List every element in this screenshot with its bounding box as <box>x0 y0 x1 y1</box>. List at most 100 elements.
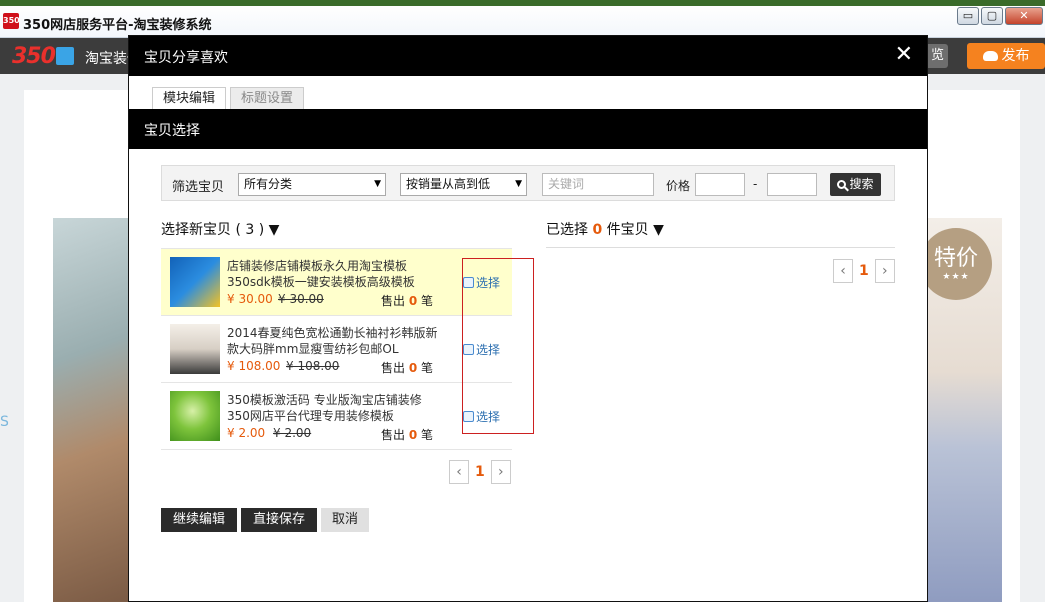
module-dialog: 宝贝分享喜欢 ✕ 模块编辑 标题设置 宝贝选择 筛选宝贝 所有分类 ▼ 按销量从… <box>128 35 928 602</box>
product-pager: ‹ 1 › <box>449 460 511 484</box>
category-select-value: 所有分类 <box>244 177 293 191</box>
window-controls: ▭ ▢ ✕ <box>957 7 1043 25</box>
product-price: ¥ 2.00 <box>227 426 266 440</box>
sold-count: 0 <box>408 361 418 375</box>
sold-count: 0 <box>408 294 418 308</box>
price-separator: - <box>753 177 758 191</box>
new-items-count: ( 3 ) <box>235 222 265 238</box>
select-label: 选择 <box>476 410 501 424</box>
app-logo-icon: 350 <box>3 13 20 29</box>
product-row: 350模板激活码 专业版淘宝店铺装修350网店平台代理专用装修模板 ¥ 2.00… <box>161 383 512 450</box>
product-row: 2014春夏纯色宽松通勤长袖衬衫韩版新款大码胖mm显瘦雪纺衫包邮OL ¥ 108… <box>161 316 512 383</box>
continue-edit-button[interactable]: 继续编辑 <box>161 508 237 532</box>
product-title: 店铺装修店铺模板永久用淘宝模板350sdk模板一键安装模板高级模板 <box>227 259 415 289</box>
thumbs-up-icon <box>463 411 474 422</box>
selected-suffix: 件宝贝 <box>606 222 649 238</box>
brand-logo-text: 350 <box>12 43 56 69</box>
product-title: 2014春夏纯色宽松通勤长袖衬衫韩版新款大码胖mm显瘦雪纺衫包邮OL <box>227 326 438 356</box>
prev-page-button[interactable]: ‹ <box>833 259 853 283</box>
tab-title-settings[interactable]: 标题设置 <box>230 87 305 110</box>
sold-label: 售出 <box>381 428 406 442</box>
category-select[interactable]: 所有分类 ▼ <box>238 173 386 196</box>
window-titlebar: 350 350网店服务平台-淘宝装修系统 ▭ ▢ ✕ <box>0 0 1045 38</box>
sort-select-value: 按销量从高到低 <box>406 177 491 191</box>
product-thumbnail <box>170 391 220 441</box>
product-sold: 售出 0 笔 <box>381 426 433 443</box>
cloud-upload-icon <box>982 51 998 61</box>
product-original-price: ¥ 108.00 <box>286 359 340 373</box>
select-product-button[interactable]: 选择 <box>463 408 500 425</box>
collapse-arrow-icon: ▼ <box>268 222 280 238</box>
brand-logo-square-icon <box>55 47 74 65</box>
direct-save-button[interactable]: 直接保存 <box>241 508 317 532</box>
prev-page-button[interactable]: ‹ <box>449 460 469 484</box>
sale-badge-text: 特价 <box>933 246 978 271</box>
divider <box>546 247 895 248</box>
window-close-button[interactable]: ✕ <box>1005 7 1043 25</box>
search-label: 搜索 <box>849 177 874 191</box>
dropdown-arrow-icon: ▼ <box>515 179 522 189</box>
price-label: 价格 <box>666 179 691 193</box>
publish-label: 发布 <box>1001 48 1030 64</box>
next-page-button[interactable]: › <box>874 259 895 283</box>
selected-items-header[interactable]: 已选择 0 件宝贝 ▼ <box>546 219 664 239</box>
filter-bar: 筛选宝贝 所有分类 ▼ 按销量从高到低 ▼ 关键词 价格 - 搜索 <box>161 165 895 201</box>
sold-count: 0 <box>408 428 418 442</box>
tab-module-edit[interactable]: 模块编辑 <box>152 87 227 110</box>
search-icon <box>837 180 847 189</box>
new-items-label: 选择新宝贝 <box>161 222 231 238</box>
next-page-button[interactable]: › <box>490 460 511 484</box>
product-thumbnail <box>170 257 220 307</box>
dropdown-arrow-icon: ▼ <box>374 179 381 189</box>
sold-label: 售出 <box>381 294 406 308</box>
selected-pager: ‹ 1 › <box>833 259 895 283</box>
sold-unit: 笔 <box>421 428 434 442</box>
new-items-header[interactable]: 选择新宝贝 ( 3 ) ▼ <box>161 219 279 239</box>
cancel-button[interactable]: 取消 <box>321 508 369 532</box>
item-picker-header: 宝贝选择 <box>129 109 927 149</box>
brand-logo: 350 <box>12 43 74 69</box>
sold-unit: 笔 <box>421 361 434 375</box>
sort-select[interactable]: 按销量从高到低 ▼ <box>400 173 527 196</box>
product-list: 店铺装修店铺模板永久用淘宝模板350sdk模板一键安装模板高级模板 ¥ 30.0… <box>161 248 512 450</box>
thumbs-up-icon <box>463 277 474 288</box>
module-dialog-title: 宝贝分享喜欢 <box>144 50 228 66</box>
product-sold: 售出 0 笔 <box>381 359 433 376</box>
product-price: ¥ 108.00 <box>227 359 281 373</box>
product-row: 店铺装修店铺模板永久用淘宝模板350sdk模板一键安装模板高级模板 ¥ 30.0… <box>161 249 512 316</box>
keyword-input[interactable]: 关键词 <box>542 173 654 196</box>
dialog-tabs: 模块编辑 标题设置 <box>152 87 305 110</box>
sale-stars-icon: ★★★ <box>942 272 970 282</box>
sale-badge: 特价 ★★★ <box>920 228 992 300</box>
price-min-input[interactable] <box>695 173 745 196</box>
product-price: ¥ 30.00 <box>227 292 273 306</box>
item-picker-title: 宝贝选择 <box>144 123 200 139</box>
product-original-price: ¥ 30.00 <box>278 292 324 306</box>
minimize-button[interactable]: ▭ <box>957 7 979 25</box>
selected-prefix: 已选择 <box>546 222 588 238</box>
window-title: 350网店服务平台-淘宝装修系统 <box>23 18 212 33</box>
select-label: 选择 <box>476 343 501 357</box>
module-dialog-header: 宝贝分享喜欢 ✕ <box>129 36 927 76</box>
product-sold: 售出 0 笔 <box>381 292 433 309</box>
side-text: S <box>0 414 9 430</box>
thumbs-up-icon <box>463 344 474 355</box>
product-original-price: ¥ 2.00 <box>273 426 312 440</box>
collapse-arrow-icon: ▼ <box>653 222 664 238</box>
sold-label: 售出 <box>381 361 406 375</box>
product-title: 350模板激活码 专业版淘宝店铺装修350网店平台代理专用装修模板 <box>227 393 422 423</box>
selected-count: 0 <box>592 222 603 238</box>
select-label: 选择 <box>476 276 501 290</box>
select-product-button[interactable]: 选择 <box>463 341 500 358</box>
dialog-close-icon[interactable]: ✕ <box>895 43 913 67</box>
sold-unit: 笔 <box>421 294 434 308</box>
maximize-button[interactable]: ▢ <box>981 7 1003 25</box>
filter-label: 筛选宝贝 <box>172 180 225 195</box>
banner-photo-left <box>53 218 133 602</box>
current-page[interactable]: 1 <box>859 263 869 279</box>
price-max-input[interactable] <box>767 173 817 196</box>
search-button[interactable]: 搜索 <box>830 173 881 196</box>
current-page[interactable]: 1 <box>475 464 485 480</box>
publish-button[interactable]: 发布 <box>967 43 1045 69</box>
select-product-button[interactable]: 选择 <box>463 274 500 291</box>
